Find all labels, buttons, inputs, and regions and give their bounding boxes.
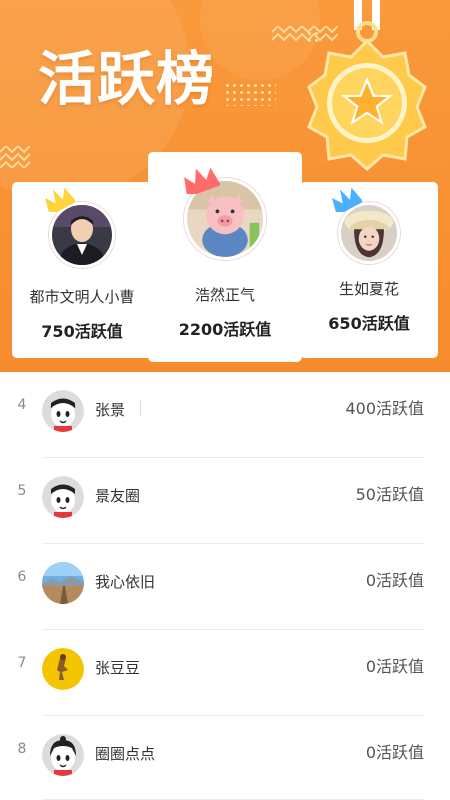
podium-card-first[interactable]: 浩然正气 2200活跃值	[148, 152, 302, 362]
podium-score: 650活跃值	[328, 314, 410, 333]
podium-avatar-wrap	[45, 187, 115, 268]
zigzag-decor	[0, 146, 30, 168]
user-name: 张豆豆	[95, 659, 141, 677]
podium-avatar-wrap	[332, 187, 400, 264]
list-item[interactable]: 5 景友圈 50活跃值	[0, 458, 450, 544]
rank-number: 5	[17, 483, 27, 499]
podium-name: 生如夏花	[338, 280, 399, 298]
list-item[interactable]: 7 张豆豆 0活跃值	[0, 630, 450, 716]
podium-avatar-wrap	[184, 167, 266, 260]
crown-icon	[184, 167, 220, 194]
rank-number: 8	[17, 741, 27, 757]
podium-score: 750活跃值	[41, 322, 123, 341]
score-value: 400活跃值	[345, 399, 424, 418]
user-name: 张景	[95, 401, 126, 419]
yellow-figure-icon	[42, 648, 84, 690]
medal-icon	[307, 0, 427, 171]
list-item[interactable]: 6 我心依旧 0活跃值	[0, 544, 450, 630]
header-banner: 活跃榜 都市文明人小曹 750活跃值 浩然正气 2200活跃值 生如夏花 650…	[0, 0, 450, 372]
user-name: 我心依旧	[95, 573, 156, 591]
crown-icon	[45, 187, 75, 212]
cartoon-boy-icon	[42, 390, 84, 432]
cartoon-boy-icon	[42, 476, 84, 518]
podium-name: 浩然正气	[194, 286, 255, 304]
page-title: 活跃榜	[38, 45, 216, 113]
podium-card-second[interactable]: 都市文明人小曹 750活跃值	[12, 182, 152, 358]
score-value: 50活跃值	[355, 485, 424, 504]
user-name: 景友圈	[95, 487, 141, 505]
list-item[interactable]: 4 张景 400活跃值	[0, 372, 450, 458]
user-name: 圈圈点点	[95, 745, 156, 763]
list-item[interactable]: 8 圈圈点点 0活跃值	[0, 716, 450, 800]
podium-card-third[interactable]: 生如夏花 650活跃值	[300, 182, 438, 358]
score-value: 0活跃值	[365, 657, 424, 676]
score-value: 0活跃值	[365, 571, 424, 590]
divider	[140, 400, 141, 416]
cartoon-girl-icon	[42, 734, 84, 776]
podium-score: 2200活跃值	[178, 320, 272, 339]
rank-number: 6	[17, 569, 27, 585]
score-value: 0活跃值	[365, 743, 424, 762]
dot-pattern	[224, 82, 276, 106]
crown-icon	[332, 187, 362, 212]
rank-number: 4	[17, 397, 27, 413]
landscape-photo	[42, 562, 84, 604]
rank-number: 7	[17, 655, 27, 671]
podium-name: 都市文明人小曹	[29, 288, 135, 306]
